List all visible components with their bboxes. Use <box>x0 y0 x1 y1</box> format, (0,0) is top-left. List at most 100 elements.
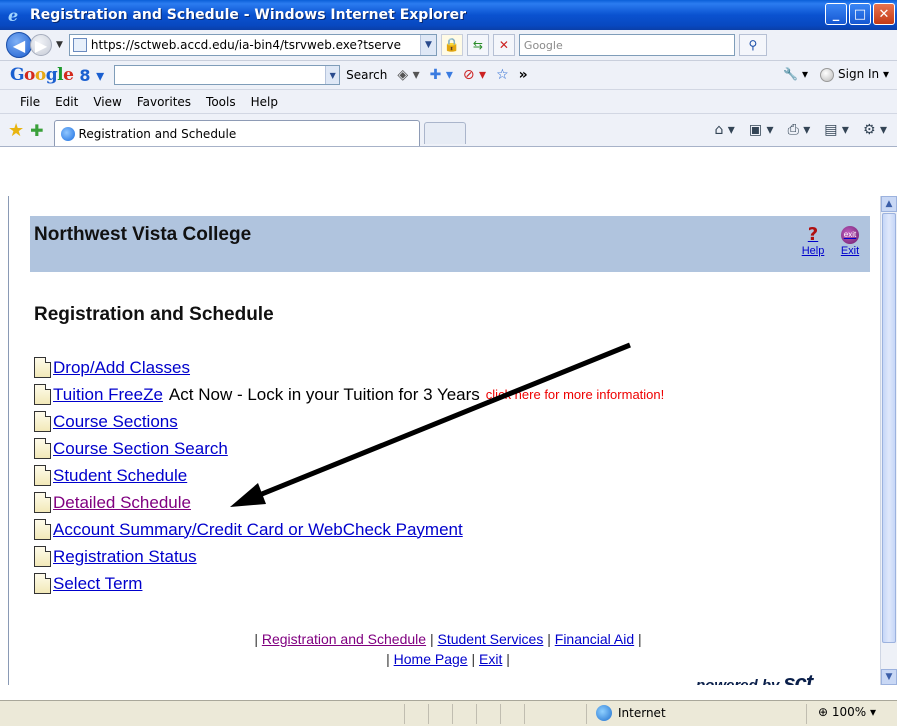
frame-border <box>8 196 9 685</box>
star-icon[interactable]: ☆ <box>496 67 509 83</box>
help-link[interactable]: ? Help <box>798 224 828 258</box>
menu-edit[interactable]: Edit <box>55 95 78 109</box>
menu-tools[interactable]: Tools <box>206 95 236 109</box>
registration-menu: Drop/Add Classes Tuition FreeZe Act Now … <box>34 354 664 597</box>
footer-link-registration[interactable]: Registration and Schedule <box>262 631 426 647</box>
link-registration-status[interactable]: Registration Status <box>53 547 197 567</box>
address-toolbar: ◀ ▶ ▼ https://sctweb.accd.edu/ia-bin4/ts… <box>0 30 897 61</box>
home-icon[interactable]: ⌂ ▾ <box>714 122 734 138</box>
gear-icon[interactable]: ⚙ ▾ <box>863 122 887 138</box>
sct-logo: sct <box>783 670 813 685</box>
link-course-sections[interactable]: Course Sections <box>53 412 178 432</box>
tuition-note: Act Now - Lock in your Tuition for 3 Yea… <box>168 384 480 404</box>
document-icon <box>34 357 51 378</box>
feeds-icon[interactable]: ▣ ▾ <box>749 122 774 138</box>
menu-bar: File Edit View Favorites Tools Help <box>0 90 897 114</box>
powered-by-logo: powered bysct <box>696 670 813 685</box>
page-content: Northwest Vista College ? Help exit Exit… <box>12 196 884 685</box>
footer-links: | Registration and Schedule | Student Se… <box>254 631 642 667</box>
list-item: Detailed Schedule <box>34 489 664 516</box>
footer-link-student-services[interactable]: Student Services <box>438 631 544 647</box>
new-tab-button[interactable] <box>423 122 466 144</box>
google-logo[interactable]: Google <box>10 65 74 85</box>
menu-view[interactable]: View <box>93 95 121 109</box>
google-menu-button[interactable]: 8 ▾ <box>79 66 104 85</box>
google-search-input[interactable]: ▼ <box>114 65 341 85</box>
menu-file[interactable]: File <box>20 95 40 109</box>
page-icon <box>72 38 87 52</box>
search-icon[interactable]: ⚲ <box>738 34 767 56</box>
footer-link-home-page[interactable]: Home Page <box>394 651 468 667</box>
search-input[interactable]: Google <box>518 34 735 56</box>
google-search-button[interactable]: Search <box>346 68 387 82</box>
vertical-scrollbar[interactable]: ▲ ▼ <box>880 196 897 685</box>
svg-text:e: e <box>8 6 18 24</box>
refresh-button[interactable]: ⇆ <box>466 34 489 56</box>
history-dropdown-icon[interactable]: ▼ <box>56 40 63 50</box>
chevron-down-icon[interactable]: ▼ <box>325 66 340 84</box>
document-icon <box>34 438 51 459</box>
document-icon <box>34 465 51 486</box>
zoom-level[interactable]: ⊕ 100% ▾ <box>818 705 876 719</box>
exit-link[interactable]: exit Exit <box>835 226 865 257</box>
google-toolbar: Google 8 ▾ ▼ Search ◈ ▾ ✚ ▾ ⊘ ▾ ☆ » 🔧 ▾ … <box>0 61 897 90</box>
security-zone: Internet <box>596 705 666 721</box>
list-item: Tuition FreeZe Act Now - Lock in your Tu… <box>34 381 664 408</box>
stop-button[interactable]: ✕ <box>492 34 515 56</box>
tab-label: Registration and Schedule <box>78 126 237 141</box>
tab-bar: ★ ✚ Registration and Schedule ⌂ ▾ ▣ ▾ ⎙ … <box>0 114 897 147</box>
link-select-term[interactable]: Select Term <box>53 574 142 594</box>
address-dropdown-icon[interactable]: ▼ <box>419 35 436 55</box>
scroll-up-icon[interactable]: ▲ <box>881 196 897 212</box>
favorites-star-icon[interactable]: ★ <box>8 120 24 141</box>
document-icon <box>34 411 51 432</box>
tab-registration-and-schedule[interactable]: Registration and Schedule <box>53 120 420 146</box>
minimize-button[interactable]: _ <box>825 3 847 25</box>
sign-in-icon <box>820 67 835 82</box>
window-title-bar: e Registration and Schedule - Windows In… <box>0 0 897 30</box>
more-info-link[interactable]: click here for more information! <box>486 387 664 402</box>
address-url[interactable]: https://sctweb.accd.edu/ia-bin4/tsrvweb.… <box>91 38 420 52</box>
college-header: Northwest Vista College ? Help exit Exit <box>30 216 870 272</box>
bookmark-icon[interactable]: ◈ ▾ <box>397 67 419 83</box>
forward-button[interactable]: ▶ <box>30 34 52 56</box>
link-course-section-search[interactable]: Course Section Search <box>53 439 228 459</box>
popup-blocker-icon[interactable]: ⊘ ▾ <box>463 67 486 83</box>
close-button[interactable]: ✕ <box>873 3 895 25</box>
more-chevron-icon[interactable]: » <box>519 67 528 83</box>
menu-help[interactable]: Help <box>251 95 278 109</box>
tab-page-icon <box>60 126 75 141</box>
menu-favorites[interactable]: Favorites <box>137 95 191 109</box>
help-icon: ? <box>807 224 819 245</box>
page-menu-icon[interactable]: ▤ ▾ <box>824 122 849 138</box>
document-icon <box>34 546 51 567</box>
address-field[interactable]: https://sctweb.accd.edu/ia-bin4/tsrvweb.… <box>68 34 437 56</box>
list-item: Student Schedule <box>34 462 664 489</box>
status-bar: Internet ⊕ 100% ▾ <box>0 700 897 726</box>
document-icon <box>34 573 51 594</box>
list-item: Select Term <box>34 570 664 597</box>
exit-icon: exit <box>841 226 859 244</box>
link-drop-add-classes[interactable]: Drop/Add Classes <box>53 358 190 378</box>
sign-in-button[interactable]: Sign In ▾ <box>820 67 889 82</box>
scroll-thumb[interactable] <box>882 213 896 643</box>
scroll-down-icon[interactable]: ▼ <box>881 669 897 685</box>
link-tuition-freeze[interactable]: Tuition FreeZe <box>53 385 163 405</box>
document-icon <box>34 519 51 540</box>
plus-icon[interactable]: ✚ ▾ <box>430 67 453 83</box>
link-detailed-schedule[interactable]: Detailed Schedule <box>53 493 191 513</box>
footer-link-financial-aid[interactable]: Financial Aid <box>555 631 634 647</box>
maximize-button[interactable]: □ <box>849 3 871 25</box>
ie-logo-icon: e <box>8 6 18 24</box>
print-icon[interactable]: ⎙ ▾ <box>788 122 811 138</box>
add-favorite-icon[interactable]: ✚ <box>30 121 43 140</box>
lock-icon[interactable]: 🔒 <box>440 34 463 56</box>
list-item: Registration Status <box>34 543 664 570</box>
document-icon <box>34 492 51 513</box>
list-item: Drop/Add Classes <box>34 354 664 381</box>
wrench-icon[interactable]: 🔧 ▾ <box>783 67 808 81</box>
link-account-summary[interactable]: Account Summary/Credit Card or WebCheck … <box>53 520 463 540</box>
link-student-schedule[interactable]: Student Schedule <box>53 466 187 486</box>
footer-link-exit[interactable]: Exit <box>479 651 502 667</box>
back-button[interactable]: ◀ <box>6 32 32 58</box>
